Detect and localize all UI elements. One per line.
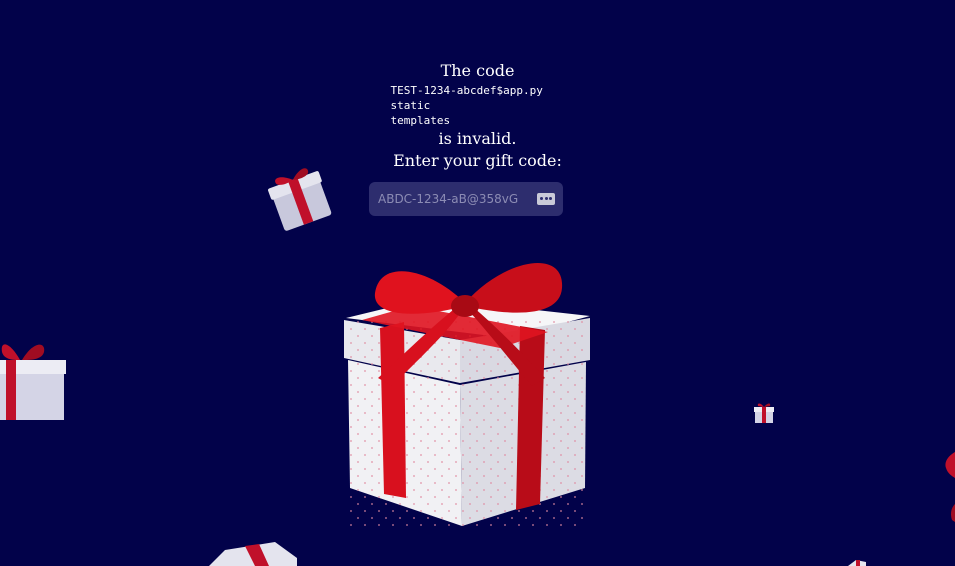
message-line-1: The code xyxy=(440,61,515,80)
message-block: The code TEST-1234-abcdef$app.py static … xyxy=(0,60,955,172)
gift-code-input[interactable] xyxy=(369,182,529,216)
gift-box-icon xyxy=(268,168,332,231)
invalid-code: TEST-1234-abcdef$app.py static templates xyxy=(391,83,561,128)
gift-code-field[interactable] xyxy=(369,182,563,216)
invalid-code-line: TEST-1234-abcdef$app.py xyxy=(390,84,543,97)
gift-code-prompt: Enter your gift code: xyxy=(393,151,562,170)
invalid-code-line: static xyxy=(390,99,431,112)
gift-box-icon xyxy=(344,262,590,526)
password-dots-icon[interactable] xyxy=(537,193,555,205)
gift-box-icon xyxy=(848,560,866,566)
gift-box-icon xyxy=(0,344,66,420)
invalid-code-line: templates xyxy=(390,114,451,127)
gift-box-icon xyxy=(754,403,774,423)
gift-box-icon xyxy=(945,452,955,522)
message-line-2: is invalid. xyxy=(438,129,517,148)
gift-box-icon xyxy=(209,542,297,566)
